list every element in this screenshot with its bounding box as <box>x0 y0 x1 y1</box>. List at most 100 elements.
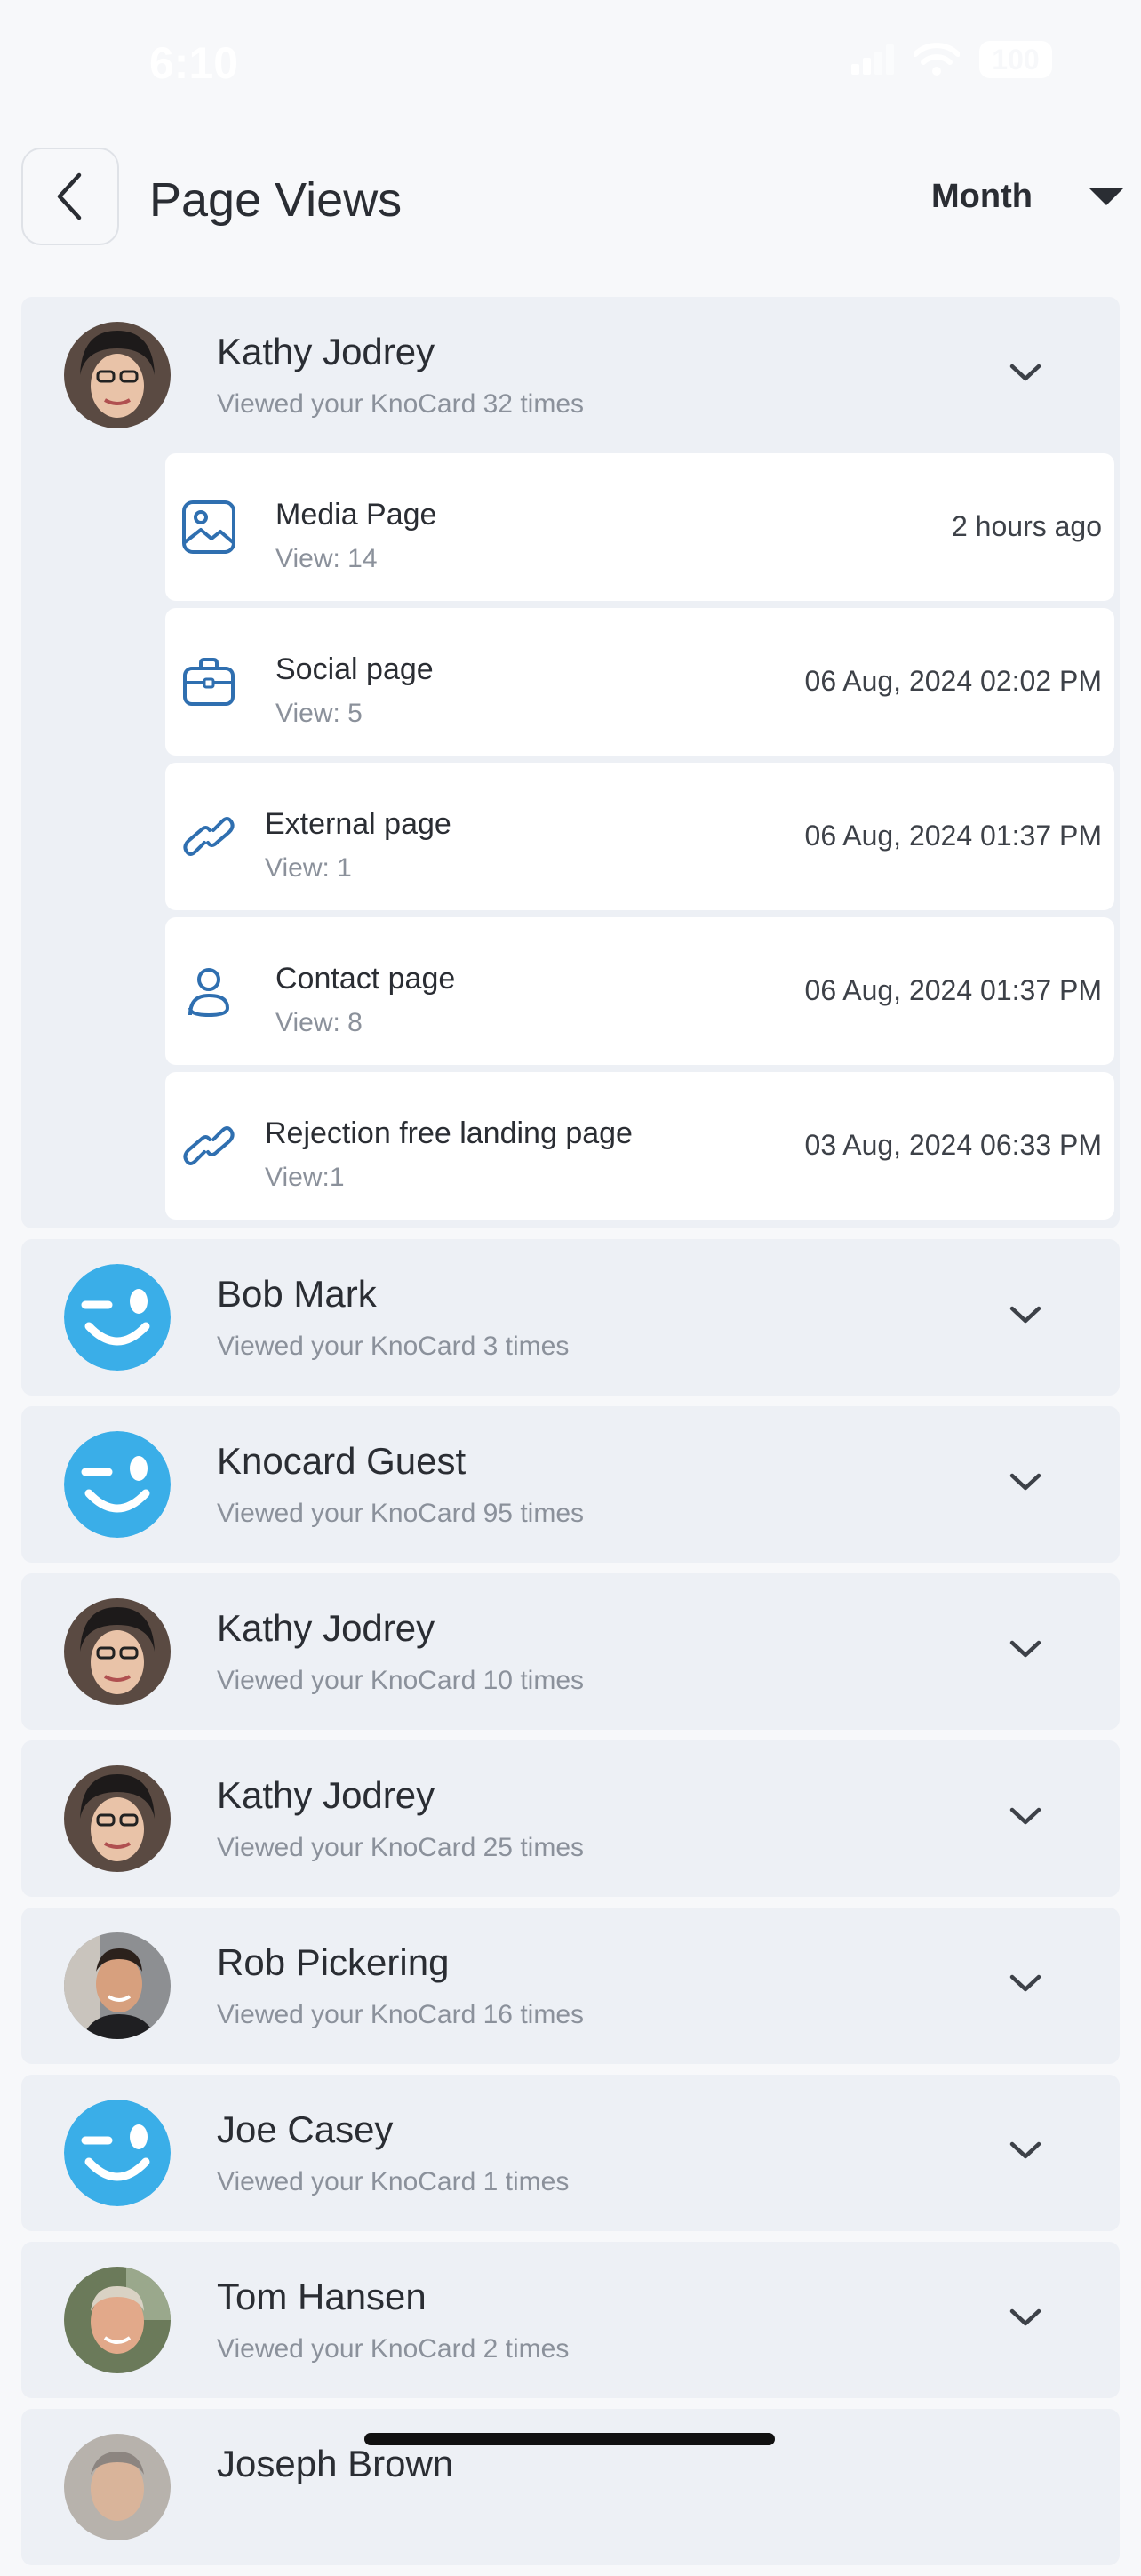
avatar <box>64 2434 171 2540</box>
header: Page Views Month <box>0 142 1141 258</box>
battery-indicator: 100 <box>979 41 1052 78</box>
page-title-label: Contact page <box>275 962 456 996</box>
page-view-time: 2 hours ago <box>951 510 1102 542</box>
period-dropdown[interactable]: Month <box>931 178 1123 216</box>
viewer-card-header[interactable]: Tom Hansen Viewed your KnoCard 2 times <box>21 2242 1120 2398</box>
avatar <box>64 322 171 428</box>
status-time: 6:10 <box>149 38 239 88</box>
viewer-card: Knocard Guest Viewed your KnoCard 95 tim… <box>21 1406 1120 1563</box>
chevron-down-icon[interactable] <box>1008 1468 1043 1495</box>
viewer-card-header[interactable]: Knocard Guest Viewed your KnoCard 95 tim… <box>21 1406 1120 1563</box>
viewer-card-header[interactable]: Kathy Jodrey Viewed your KnoCard 25 time… <box>21 1740 1120 1897</box>
viewer-card: Rob Pickering Viewed your KnoCard 16 tim… <box>21 1908 1120 2064</box>
page-title-label: Media Page <box>275 498 437 532</box>
caret-down-icon <box>1089 188 1123 205</box>
avatar <box>64 2267 171 2373</box>
viewer-name: Kathy Jodrey <box>217 1607 435 1649</box>
viewer-view-count: Viewed your KnoCard 16 times <box>217 2000 584 2029</box>
viewer-list: Kathy Jodrey Viewed your KnoCard 32 time… <box>21 297 1120 2576</box>
viewer-name: Kathy Jodrey <box>217 331 435 372</box>
viewer-card: Joe Casey Viewed your KnoCard 1 times <box>21 2075 1120 2231</box>
viewer-view-count: Viewed your KnoCard 95 times <box>217 1499 584 1528</box>
signal-icon <box>851 44 894 75</box>
chevron-down-icon[interactable] <box>1008 1636 1043 1662</box>
viewer-name: Joe Casey <box>217 2108 394 2150</box>
page-detail-list: Media Page View: 14 2 hours ago Social p… <box>21 453 1120 1228</box>
chevron-down-icon[interactable] <box>1008 2137 1043 2164</box>
viewer-card-header[interactable]: Kathy Jodrey Viewed your KnoCard 10 time… <box>21 1573 1120 1730</box>
chevron-down-icon[interactable] <box>1008 1803 1043 1829</box>
guest-avatar-icon <box>64 2100 171 2206</box>
viewer-view-count: Viewed your KnoCard 3 times <box>217 1332 570 1361</box>
avatar <box>64 1765 171 1872</box>
person-icon <box>188 968 230 1018</box>
chevron-left-icon <box>57 172 82 220</box>
viewer-view-count: Viewed your KnoCard 10 times <box>217 1666 584 1695</box>
chevron-down-icon[interactable] <box>1008 359 1043 386</box>
page-detail-row[interactable]: External page View: 1 06 Aug, 2024 01:37… <box>165 763 1114 910</box>
chevron-down-icon[interactable] <box>1008 1970 1043 1996</box>
page-title: Page Views <box>149 173 403 227</box>
chevron-down-icon[interactable] <box>1008 2304 1043 2331</box>
avatar <box>64 1431 171 1538</box>
photo-avatar-man-3 <box>64 2434 171 2540</box>
viewer-card: Tom Hansen Viewed your KnoCard 2 times <box>21 2242 1120 2398</box>
page-view-time: 06 Aug, 2024 01:37 PM <box>804 820 1102 852</box>
page-title-label: Rejection free landing page <box>265 1116 633 1150</box>
viewer-name: Kathy Jodrey <box>217 1774 435 1816</box>
photo-avatar-woman <box>64 1765 171 1872</box>
viewer-name: Bob Mark <box>217 1273 377 1315</box>
photo-avatar-woman <box>64 1598 171 1705</box>
period-dropdown-value: Month <box>931 178 1033 215</box>
briefcase-icon <box>183 658 235 706</box>
page-detail-row[interactable]: Media Page View: 14 2 hours ago <box>165 453 1114 601</box>
viewer-view-count: Viewed your KnoCard 1 times <box>217 2167 570 2196</box>
page-view-count: View: 8 <box>275 1008 363 1037</box>
photo-avatar-man <box>64 1932 171 2039</box>
viewer-view-count: Viewed your KnoCard 32 times <box>217 389 584 419</box>
viewer-name: Tom Hansen <box>217 2276 427 2317</box>
viewer-name: Joseph Brown <box>217 2443 454 2484</box>
avatar <box>64 1598 171 1705</box>
page-title-label: External page <box>265 807 451 841</box>
viewer-name: Rob Pickering <box>217 1941 450 1983</box>
viewer-card: Kathy Jodrey Viewed your KnoCard 32 time… <box>21 297 1120 1228</box>
viewer-view-count: Viewed your KnoCard 25 times <box>217 1833 584 1862</box>
home-indicator <box>364 2433 775 2445</box>
chevron-down-icon[interactable] <box>1008 1301 1043 1328</box>
image-icon <box>182 500 235 554</box>
link-icon <box>183 1126 235 1165</box>
page-view-count: View: 14 <box>275 544 378 573</box>
guest-avatar-icon <box>64 1431 171 1538</box>
avatar <box>64 1264 171 1371</box>
viewer-card: Bob Mark Viewed your KnoCard 3 times <box>21 1239 1120 1396</box>
page-view-count: View: 5 <box>275 699 363 728</box>
viewer-card: Kathy Jodrey Viewed your KnoCard 10 time… <box>21 1573 1120 1730</box>
viewer-name: Knocard Guest <box>217 1440 467 1482</box>
viewer-view-count: Viewed your KnoCard 2 times <box>217 2334 570 2364</box>
page-detail-row[interactable]: Rejection free landing page View:1 03 Au… <box>165 1072 1114 1220</box>
viewer-card-header[interactable]: Bob Mark Viewed your KnoCard 3 times <box>21 1239 1120 1396</box>
viewer-card-header[interactable]: Kathy Jodrey Viewed your KnoCard 32 time… <box>21 297 1120 453</box>
viewer-card-header[interactable]: Joe Casey Viewed your KnoCard 1 times <box>21 2075 1120 2231</box>
viewer-card-header[interactable]: Rob Pickering Viewed your KnoCard 16 tim… <box>21 1908 1120 2064</box>
page-detail-row[interactable]: Contact page View: 8 06 Aug, 2024 01:37 … <box>165 917 1114 1065</box>
page-title-label: Social page <box>275 652 434 686</box>
back-button[interactable] <box>21 148 119 245</box>
page-view-count: View:1 <box>265 1163 345 1192</box>
status-icons: 100 <box>851 41 1052 78</box>
status-bar: 6:10 100 <box>0 0 1141 133</box>
photo-avatar-man-2 <box>64 2267 171 2373</box>
avatar <box>64 2100 171 2206</box>
guest-avatar-icon <box>64 1264 171 1371</box>
avatar <box>64 1932 171 2039</box>
viewer-card: Kathy Jodrey Viewed your KnoCard 25 time… <box>21 1740 1120 1897</box>
page-view-time: 03 Aug, 2024 06:33 PM <box>804 1129 1102 1161</box>
wifi-icon <box>914 43 960 76</box>
page-view-count: View: 1 <box>265 853 352 883</box>
page-detail-row[interactable]: Social page View: 5 06 Aug, 2024 02:02 P… <box>165 608 1114 756</box>
page-view-time: 06 Aug, 2024 02:02 PM <box>804 665 1102 697</box>
link-icon <box>183 817 235 856</box>
page-view-time: 06 Aug, 2024 01:37 PM <box>804 974 1102 1006</box>
photo-avatar-woman <box>64 322 171 428</box>
